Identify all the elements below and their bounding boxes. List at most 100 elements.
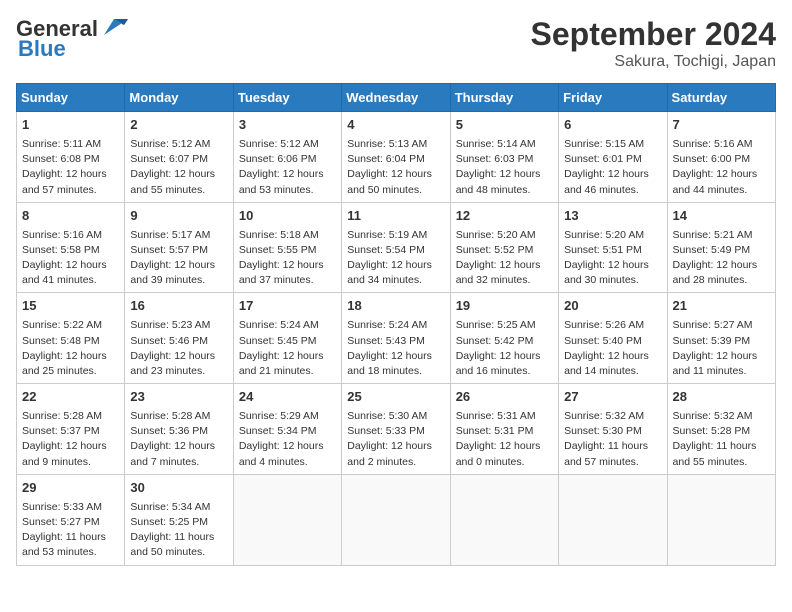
calendar-cell: 3 Sunrise: 5:12 AM Sunset: 6:06 PM Daylig…	[233, 112, 341, 203]
day-number: 10	[239, 207, 336, 226]
calendar-cell: 24 Sunrise: 5:29 AM Sunset: 5:34 PM Dayli…	[233, 384, 341, 475]
logo-blue: Blue	[18, 36, 66, 62]
day-number: 12	[456, 207, 553, 226]
calendar-week-row: 8 Sunrise: 5:16 AM Sunset: 5:58 PM Daylig…	[17, 202, 776, 293]
day-info: Sunrise: 5:28 AM Sunset: 5:37 PM Dayligh…	[22, 409, 119, 470]
calendar-cell: 6 Sunrise: 5:15 AM Sunset: 6:01 PM Daylig…	[559, 112, 667, 203]
month-year: September 2024	[531, 16, 776, 53]
day-number: 25	[347, 388, 444, 407]
calendar-week-row: 15 Sunrise: 5:22 AM Sunset: 5:48 PM Dayli…	[17, 293, 776, 384]
calendar-cell: 27 Sunrise: 5:32 AM Sunset: 5:30 PM Dayli…	[559, 384, 667, 475]
day-number: 14	[673, 207, 770, 226]
day-info: Sunrise: 5:15 AM Sunset: 6:01 PM Dayligh…	[564, 137, 661, 198]
calendar-cell	[342, 474, 450, 565]
day-number: 5	[456, 116, 553, 135]
weekday-header-monday: Monday	[125, 84, 233, 112]
day-number: 1	[22, 116, 119, 135]
day-number: 3	[239, 116, 336, 135]
day-info: Sunrise: 5:24 AM Sunset: 5:43 PM Dayligh…	[347, 318, 444, 379]
page-header: General Blue September 2024 Sakura, Toch…	[16, 16, 776, 71]
weekday-header-sunday: Sunday	[17, 84, 125, 112]
calendar-cell: 28 Sunrise: 5:32 AM Sunset: 5:28 PM Dayli…	[667, 384, 775, 475]
calendar-cell: 17 Sunrise: 5:24 AM Sunset: 5:45 PM Dayli…	[233, 293, 341, 384]
day-number: 17	[239, 297, 336, 316]
day-info: Sunrise: 5:18 AM Sunset: 5:55 PM Dayligh…	[239, 228, 336, 289]
calendar-cell: 12 Sunrise: 5:20 AM Sunset: 5:52 PM Dayli…	[450, 202, 558, 293]
calendar-cell	[450, 474, 558, 565]
day-info: Sunrise: 5:34 AM Sunset: 5:25 PM Dayligh…	[130, 500, 227, 561]
day-info: Sunrise: 5:14 AM Sunset: 6:03 PM Dayligh…	[456, 137, 553, 198]
day-info: Sunrise: 5:20 AM Sunset: 5:52 PM Dayligh…	[456, 228, 553, 289]
calendar-cell: 15 Sunrise: 5:22 AM Sunset: 5:48 PM Dayli…	[17, 293, 125, 384]
title-area: September 2024 Sakura, Tochigi, Japan	[531, 16, 776, 71]
day-info: Sunrise: 5:13 AM Sunset: 6:04 PM Dayligh…	[347, 137, 444, 198]
day-info: Sunrise: 5:31 AM Sunset: 5:31 PM Dayligh…	[456, 409, 553, 470]
weekday-header-tuesday: Tuesday	[233, 84, 341, 112]
day-number: 6	[564, 116, 661, 135]
calendar-cell: 4 Sunrise: 5:13 AM Sunset: 6:04 PM Daylig…	[342, 112, 450, 203]
day-number: 16	[130, 297, 227, 316]
day-info: Sunrise: 5:20 AM Sunset: 5:51 PM Dayligh…	[564, 228, 661, 289]
day-info: Sunrise: 5:27 AM Sunset: 5:39 PM Dayligh…	[673, 318, 770, 379]
day-number: 19	[456, 297, 553, 316]
day-number: 18	[347, 297, 444, 316]
calendar-cell: 16Sunrise: 5:23 AM Sunset: 5:46 PM Dayli…	[125, 293, 233, 384]
day-number: 27	[564, 388, 661, 407]
day-info: Sunrise: 5:12 AM Sunset: 6:06 PM Dayligh…	[239, 137, 336, 198]
day-info: Sunrise: 5:25 AM Sunset: 5:42 PM Dayligh…	[456, 318, 553, 379]
day-info: Sunrise: 5:24 AM Sunset: 5:45 PM Dayligh…	[239, 318, 336, 379]
location: Sakura, Tochigi, Japan	[531, 53, 776, 71]
day-info: Sunrise: 5:32 AM Sunset: 5:28 PM Dayligh…	[673, 409, 770, 470]
day-number: 28	[673, 388, 770, 407]
calendar-cell: 1 Sunrise: 5:11 AM Sunset: 6:08 PM Daylig…	[17, 112, 125, 203]
calendar-cell: 11 Sunrise: 5:19 AM Sunset: 5:54 PM Dayli…	[342, 202, 450, 293]
day-number: 7	[673, 116, 770, 135]
day-info: Sunrise: 5:33 AM Sunset: 5:27 PM Dayligh…	[22, 500, 119, 561]
day-info: Sunrise: 5:12 AM Sunset: 6:07 PM Dayligh…	[130, 137, 227, 198]
day-number: 22	[22, 388, 119, 407]
calendar-cell: 25 Sunrise: 5:30 AM Sunset: 5:33 PM Dayli…	[342, 384, 450, 475]
calendar-cell: 9 Sunrise: 5:17 AM Sunset: 5:57 PM Daylig…	[125, 202, 233, 293]
calendar-cell: 22 Sunrise: 5:28 AM Sunset: 5:37 PM Dayli…	[17, 384, 125, 475]
day-number: 26	[456, 388, 553, 407]
day-number: 24	[239, 388, 336, 407]
day-number: 20	[564, 297, 661, 316]
weekday-header-friday: Friday	[559, 84, 667, 112]
day-number: 30	[130, 479, 227, 498]
day-info: Sunrise: 5:26 AM Sunset: 5:40 PM Dayligh…	[564, 318, 661, 379]
logo-icon	[100, 17, 128, 37]
day-number: 29	[22, 479, 119, 498]
day-number: 9	[130, 207, 227, 226]
weekday-header-thursday: Thursday	[450, 84, 558, 112]
calendar-table: SundayMondayTuesdayWednesdayThursdayFrid…	[16, 83, 776, 566]
day-info: Sunrise: 5:22 AM Sunset: 5:48 PM Dayligh…	[22, 318, 119, 379]
day-info: Sunrise: 5:16 AM Sunset: 5:58 PM Dayligh…	[22, 228, 119, 289]
day-number: 4	[347, 116, 444, 135]
calendar-cell: 7 Sunrise: 5:16 AM Sunset: 6:00 PM Daylig…	[667, 112, 775, 203]
calendar-cell: 30 Sunrise: 5:34 AM Sunset: 5:25 PM Dayli…	[125, 474, 233, 565]
calendar-cell: 10 Sunrise: 5:18 AM Sunset: 5:55 PM Dayli…	[233, 202, 341, 293]
day-number: 15	[22, 297, 119, 316]
calendar-cell: 18 Sunrise: 5:24 AM Sunset: 5:43 PM Dayli…	[342, 293, 450, 384]
day-info: Sunrise: 5:29 AM Sunset: 5:34 PM Dayligh…	[239, 409, 336, 470]
day-info: Sunrise: 5:11 AM Sunset: 6:08 PM Dayligh…	[22, 137, 119, 198]
day-info: Sunrise: 5:21 AM Sunset: 5:49 PM Dayligh…	[673, 228, 770, 289]
day-info: Sunrise: 5:16 AM Sunset: 6:00 PM Dayligh…	[673, 137, 770, 198]
day-info: Sunrise: 5:17 AM Sunset: 5:57 PM Dayligh…	[130, 228, 227, 289]
calendar-cell: 5 Sunrise: 5:14 AM Sunset: 6:03 PM Daylig…	[450, 112, 558, 203]
calendar-cell	[559, 474, 667, 565]
day-info: Sunrise: 5:28 AM Sunset: 5:36 PM Dayligh…	[130, 409, 227, 470]
day-number: 2	[130, 116, 227, 135]
calendar-cell: 13Sunrise: 5:20 AM Sunset: 5:51 PM Dayli…	[559, 202, 667, 293]
day-info: Sunrise: 5:19 AM Sunset: 5:54 PM Dayligh…	[347, 228, 444, 289]
day-info: Sunrise: 5:30 AM Sunset: 5:33 PM Dayligh…	[347, 409, 444, 470]
day-info: Sunrise: 5:32 AM Sunset: 5:30 PM Dayligh…	[564, 409, 661, 470]
calendar-week-row: 22 Sunrise: 5:28 AM Sunset: 5:37 PM Dayli…	[17, 384, 776, 475]
calendar-cell: 23Sunrise: 5:28 AM Sunset: 5:36 PM Dayli…	[125, 384, 233, 475]
day-number: 8	[22, 207, 119, 226]
day-number: 11	[347, 207, 444, 226]
calendar-cell	[667, 474, 775, 565]
calendar-cell: 8 Sunrise: 5:16 AM Sunset: 5:58 PM Daylig…	[17, 202, 125, 293]
calendar-week-row: 29 Sunrise: 5:33 AM Sunset: 5:27 PM Dayli…	[17, 474, 776, 565]
calendar-cell: 21Sunrise: 5:27 AM Sunset: 5:39 PM Dayli…	[667, 293, 775, 384]
